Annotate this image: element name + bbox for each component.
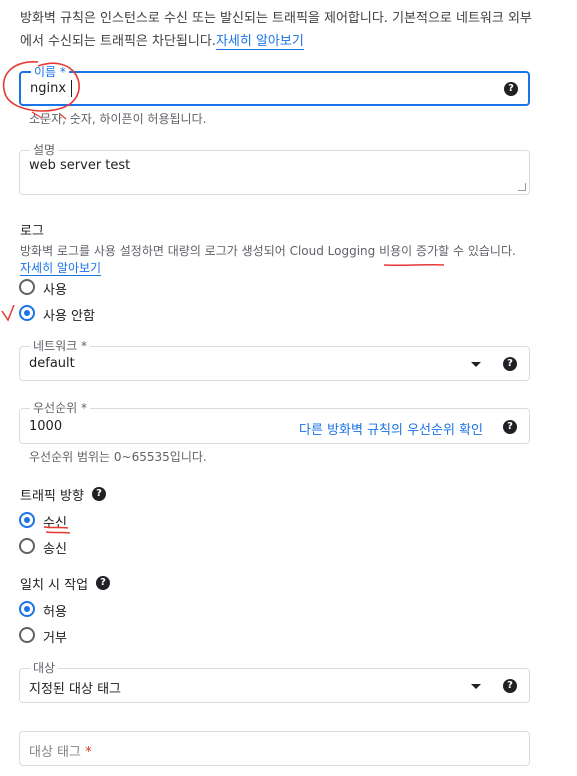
target-select[interactable]: 대상 지정된 대상 태그 ? — [19, 660, 530, 703]
direction-option-egress-label[interactable]: 송신 — [43, 538, 67, 557]
action-title: 일치 시 작업 — [20, 574, 88, 593]
network-field-label: 네트워크 * — [30, 338, 90, 354]
resize-handle-icon[interactable] — [518, 183, 526, 191]
intro-text: 방화벽 규칙은 인스턴스로 수신 또는 발신되는 트래픽을 제어합니다. 기본적… — [20, 7, 540, 53]
name-field[interactable]: 이름 * nginx ? — [19, 64, 530, 106]
name-input-value[interactable]: nginx — [30, 81, 66, 96]
text-cursor — [71, 80, 72, 97]
target-help-icon[interactable]: ? — [503, 679, 517, 693]
logs-learn-more-link[interactable]: 자세히 알아보기 — [20, 261, 102, 276]
ingress-underline-2 — [45, 531, 71, 534]
required-mark: * — [85, 745, 92, 760]
direction-title-text: 트래픽 방향 — [20, 489, 84, 504]
name-field-label: 이름 * — [31, 64, 69, 80]
checkmark-annotation — [1, 304, 15, 322]
name-hint: 소문자, 숫자, 하이픈이 허용됩니다. — [29, 112, 207, 126]
direction-option-ingress-label[interactable]: 수신 — [43, 512, 67, 531]
direction-radio-egress[interactable] — [19, 538, 35, 554]
action-help-icon[interactable]: ? — [96, 576, 110, 590]
priority-field[interactable]: 우선순위 * 1000 다른 방화벽 규칙의 우선순위 확인 ? — [19, 400, 530, 444]
chevron-down-icon[interactable] — [471, 362, 481, 367]
direction-title: 트래픽 방향 — [20, 485, 84, 504]
description-field[interactable]: 설명 web server test — [19, 142, 530, 195]
logs-option-off-label[interactable]: 사용 안함 — [43, 305, 95, 324]
name-help-icon[interactable]: ? — [504, 82, 518, 96]
chevron-down-icon[interactable] — [471, 684, 481, 689]
logs-description: 방화벽 로그를 사용 설정하면 대량의 로그가 생성되어 Cloud Loggi… — [20, 243, 545, 277]
target-field-label: 대상 — [30, 660, 59, 676]
logs-title: 로그 — [20, 224, 44, 239]
action-radio-allow[interactable] — [19, 601, 35, 617]
priority-check-link[interactable]: 다른 방화벽 규칙의 우선순위 확인 — [299, 419, 483, 438]
description-input-value[interactable]: web server test — [29, 158, 130, 173]
network-select-value[interactable]: default — [29, 356, 75, 371]
action-option-deny-label[interactable]: 거부 — [43, 627, 67, 646]
priority-hint: 우선순위 범위는 0~65535입니다. — [29, 450, 207, 464]
network-select[interactable]: 네트워크 * default ? — [19, 338, 530, 381]
priority-help-icon[interactable]: ? — [503, 420, 517, 434]
target-tags-placeholder[interactable]: 대상 태그 * — [29, 741, 92, 760]
action-title-text: 일치 시 작업 — [20, 578, 89, 593]
description-field-label: 설명 — [30, 142, 59, 158]
action-radio-deny[interactable] — [19, 627, 35, 643]
target-tags-placeholder-label: 대상 태그 — [29, 745, 81, 760]
target-select-value[interactable]: 지정된 대상 태그 — [29, 678, 121, 697]
network-help-icon[interactable]: ? — [503, 357, 517, 371]
logs-radio-on[interactable] — [19, 279, 35, 295]
intro-learn-more-link[interactable]: 자세히 알아보기 — [215, 34, 304, 50]
priority-input-value[interactable]: 1000 — [29, 419, 62, 434]
priority-field-label: 우선순위 * — [30, 400, 90, 416]
logs-description-text: 방화벽 로그를 사용 설정하면 대량의 로그가 생성되어 Cloud Loggi… — [20, 244, 516, 258]
target-tags-field[interactable]: 대상 태그 * — [19, 731, 530, 766]
logs-radio-off[interactable] — [19, 305, 35, 321]
action-option-allow-label[interactable]: 허용 — [43, 601, 67, 620]
direction-radio-ingress[interactable] — [19, 512, 35, 528]
logs-option-on-label[interactable]: 사용 — [43, 279, 67, 298]
direction-help-icon[interactable]: ? — [92, 487, 106, 501]
